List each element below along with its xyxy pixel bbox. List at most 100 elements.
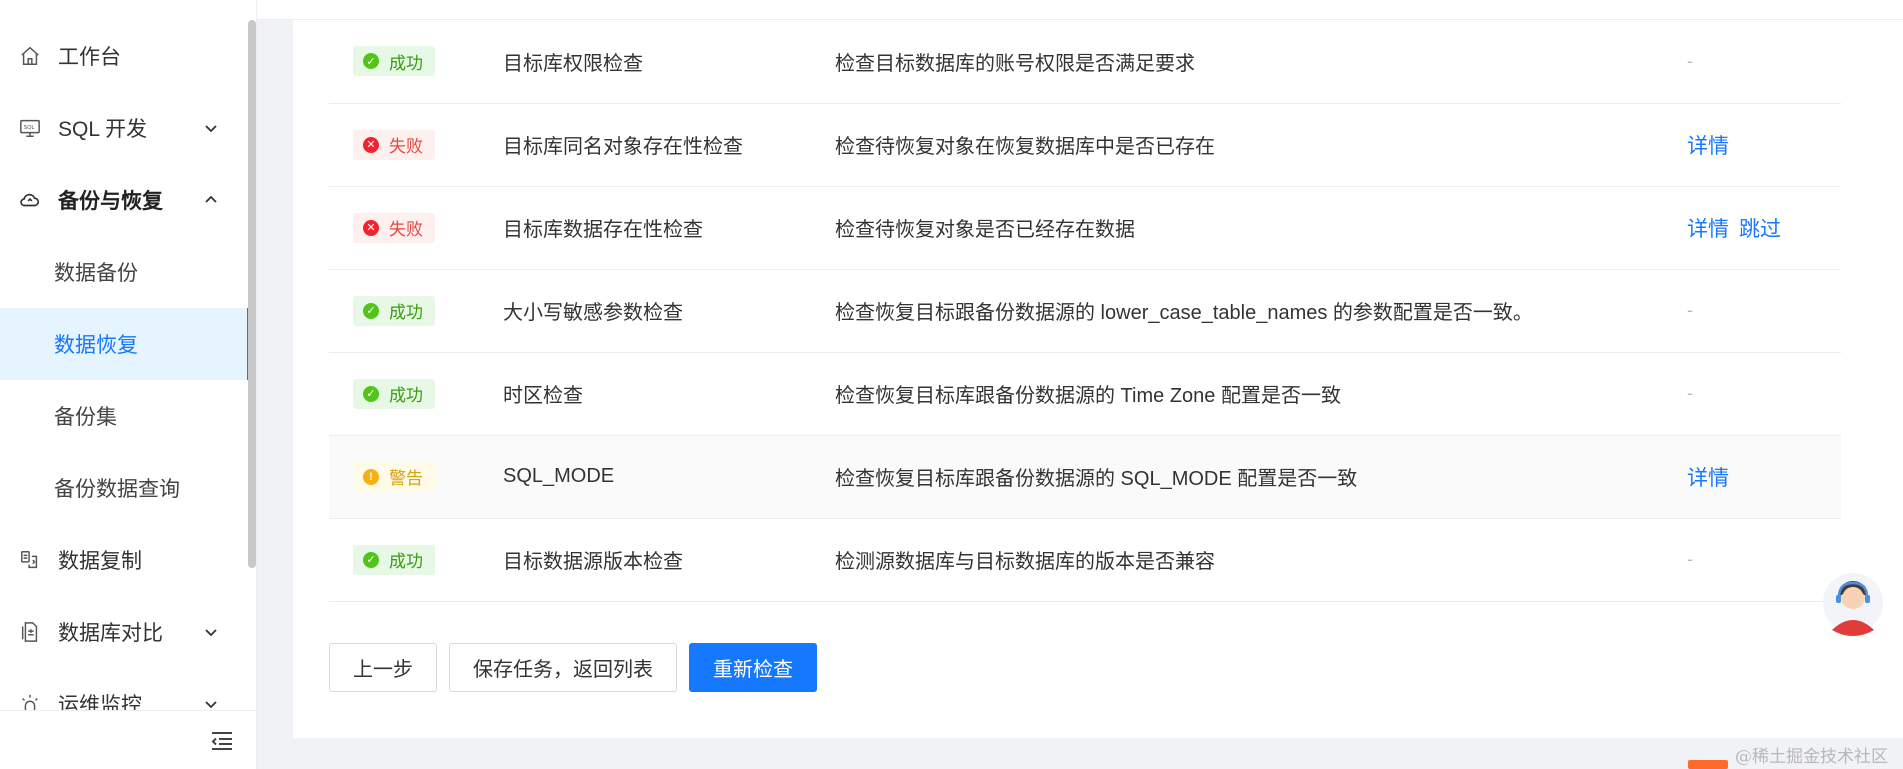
check-name: 目标库同名对象存在性检查	[503, 103, 835, 187]
check-actions: -	[1687, 269, 1841, 353]
status-text: 成功	[389, 303, 423, 322]
save-return-button[interactable]: 保存任务，返回列表	[449, 643, 677, 692]
sql-monitor-icon: SQL	[18, 116, 42, 140]
check-description: 检查恢复目标跟备份数据源的 lower_case_table_names 的参数…	[835, 269, 1687, 353]
sidebar-item-backup-restore[interactable]: 备份与恢复	[0, 164, 250, 236]
details-link[interactable]: 详情	[1687, 135, 1729, 158]
sidebar-item-label: SQL 开发	[58, 118, 148, 141]
footer-actions: 上一步 保存任务，返回列表 重新检查	[329, 643, 829, 692]
chevron-down-icon	[205, 125, 217, 133]
check-description: 检查恢复目标库跟备份数据源的 Time Zone 配置是否一致	[835, 352, 1687, 436]
sidebar-item-sql-dev[interactable]: SQL SQL 开发	[0, 92, 250, 164]
monitor-bulb-icon	[18, 692, 42, 710]
table-row: ✓ 成功 时区检查 检查恢复目标库跟备份数据源的 Time Zone 配置是否一致 -	[329, 352, 1841, 436]
check-name: 目标库权限检查	[503, 20, 835, 104]
table-row: ✓ 成功 目标库权限检查 检查目标数据库的账号权限是否满足要求 -	[329, 20, 1841, 104]
check-actions: -	[1687, 352, 1841, 436]
status-text: 成功	[389, 552, 423, 571]
check-name: 大小写敏感参数检查	[503, 269, 835, 353]
chevron-down-icon	[205, 701, 217, 709]
svg-text:SQL: SQL	[24, 125, 36, 131]
sidebar-nav: 工作台 SQL SQL 开发 备份与恢复 数据备份 数据恢复 备份集 备份数据查…	[0, 20, 250, 710]
check-description: 检查待恢复对象是否已经存在数据	[835, 186, 1687, 270]
watermark-text: @稀土掘金技术社区	[1735, 747, 1888, 767]
check-name: SQL_MODE	[503, 435, 835, 519]
status-text: 失败	[389, 137, 423, 156]
check-actions: 详情	[1687, 435, 1841, 519]
sidebar-subitem-data-backup[interactable]: 数据备份	[0, 236, 250, 308]
sidebar-subitem-label: 备份数据查询	[54, 478, 180, 501]
status-badge: ✕ 失败	[353, 129, 435, 160]
sidebar-footer	[0, 710, 256, 769]
status-badge: ✕ 失败	[353, 212, 435, 243]
close-circle-icon: ✕	[363, 219, 379, 236]
sidebar-item-label: 数据库对比	[58, 622, 163, 645]
sidebar-item-ops-monitor[interactable]: 运维监控	[0, 668, 250, 710]
check-description: 检查目标数据库的账号权限是否满足要求	[835, 20, 1687, 104]
status-badge: ! 警告	[353, 461, 435, 492]
empty-action: -	[1687, 50, 1693, 71]
sidebar-item-data-replication[interactable]: 数据复制	[0, 524, 250, 596]
chevron-down-icon	[205, 629, 217, 637]
empty-action: -	[1687, 300, 1693, 320]
status-text: 成功	[389, 386, 423, 405]
empty-action: -	[1687, 549, 1693, 569]
check-name: 目标库数据存在性检查	[503, 186, 835, 270]
check-actions: 详情 跳过	[1687, 186, 1841, 270]
check-circle-icon: ✓	[363, 302, 379, 319]
home-icon	[18, 44, 42, 68]
check-name: 目标数据源版本检查	[503, 518, 835, 602]
check-circle-icon: ✓	[363, 53, 379, 70]
check-circle-icon: ✓	[363, 551, 379, 568]
sidebar-item-db-compare[interactable]: 数据库对比	[0, 596, 250, 668]
exclamation-circle-icon: !	[363, 468, 379, 485]
check-name: 时区检查	[503, 352, 835, 436]
status-badge: ✓ 成功	[353, 295, 435, 326]
check-description: 检查待恢复对象在恢复数据库中是否已存在	[835, 103, 1687, 187]
sidebar-subitem-label: 数据恢复	[54, 334, 138, 357]
status-text: 失败	[389, 220, 423, 239]
precheck-table: ✓ 成功 目标库权限检查 检查目标数据库的账号权限是否满足要求 - ✕ 失败 目标库同名对象存…	[329, 20, 1841, 602]
status-text: 成功	[389, 53, 423, 73]
check-description: 检测源数据库与目标数据库的版本是否兼容	[835, 518, 1687, 602]
sidebar-scrollbar[interactable]	[248, 20, 256, 568]
sidebar-item-label: 数据复制	[58, 550, 142, 573]
sidebar-item-label: 工作台	[58, 46, 121, 69]
sidebar-subitem-label: 备份集	[54, 406, 117, 429]
details-link[interactable]: 详情	[1687, 218, 1729, 241]
sidebar-subitem-backup-query[interactable]: 备份数据查询	[0, 452, 250, 524]
check-circle-icon: ✓	[363, 385, 379, 402]
menu-fold-icon[interactable]	[209, 729, 235, 753]
empty-action: -	[1687, 383, 1693, 403]
table-row: ✓ 成功 目标数据源版本检查 检测源数据库与目标数据库的版本是否兼容 -	[329, 518, 1841, 602]
status-badge: ✓ 成功	[353, 378, 435, 409]
table-row: ✓ 成功 大小写敏感参数检查 检查恢复目标跟备份数据源的 lower_case_tab…	[329, 269, 1841, 353]
compare-doc-icon	[18, 620, 42, 644]
status-badge: ✓ 成功	[353, 46, 435, 77]
sidebar-subitem-data-restore[interactable]: 数据恢复	[0, 308, 250, 380]
check-actions: -	[1687, 518, 1841, 602]
sidebar-item-workbench[interactable]: 工作台	[0, 20, 250, 92]
support-avatar-icon[interactable]	[1822, 570, 1884, 636]
status-badge: ✓ 成功	[353, 544, 435, 575]
details-link[interactable]: 详情	[1687, 467, 1729, 490]
status-text: 警告	[389, 469, 423, 488]
check-actions: 详情	[1687, 103, 1841, 187]
corner-badge	[1688, 760, 1728, 769]
sidebar-item-label: 运维监控	[58, 694, 142, 710]
precheck-card: ✓ 成功 目标库权限检查 检查目标数据库的账号权限是否满足要求 - ✕ 失败 目标库同名对象存…	[293, 20, 1903, 738]
prev-step-button[interactable]: 上一步	[329, 643, 437, 692]
copy-data-icon	[18, 548, 42, 572]
close-circle-icon: ✕	[363, 136, 379, 153]
table-row: ✕ 失败 目标库同名对象存在性检查 检查待恢复对象在恢复数据库中是否已存在 详情	[329, 103, 1841, 187]
recheck-button[interactable]: 重新检查	[689, 643, 817, 692]
skip-link[interactable]: 跳过	[1739, 218, 1781, 241]
check-description: 检查恢复目标库跟备份数据源的 SQL_MODE 配置是否一致	[835, 435, 1687, 519]
sidebar-subitem-backup-set[interactable]: 备份集	[0, 380, 250, 452]
check-actions: -	[1687, 20, 1841, 104]
chevron-up-icon	[205, 195, 217, 203]
table-row: ✕ 失败 目标库数据存在性检查 检查待恢复对象是否已经存在数据 详情 跳过	[329, 186, 1841, 270]
table-row: ! 警告 SQL_MODE 检查恢复目标库跟备份数据源的 SQL_MODE 配置是否一…	[329, 435, 1841, 519]
sidebar-item-label: 备份与恢复	[58, 190, 163, 213]
top-bar	[0, 0, 1903, 20]
